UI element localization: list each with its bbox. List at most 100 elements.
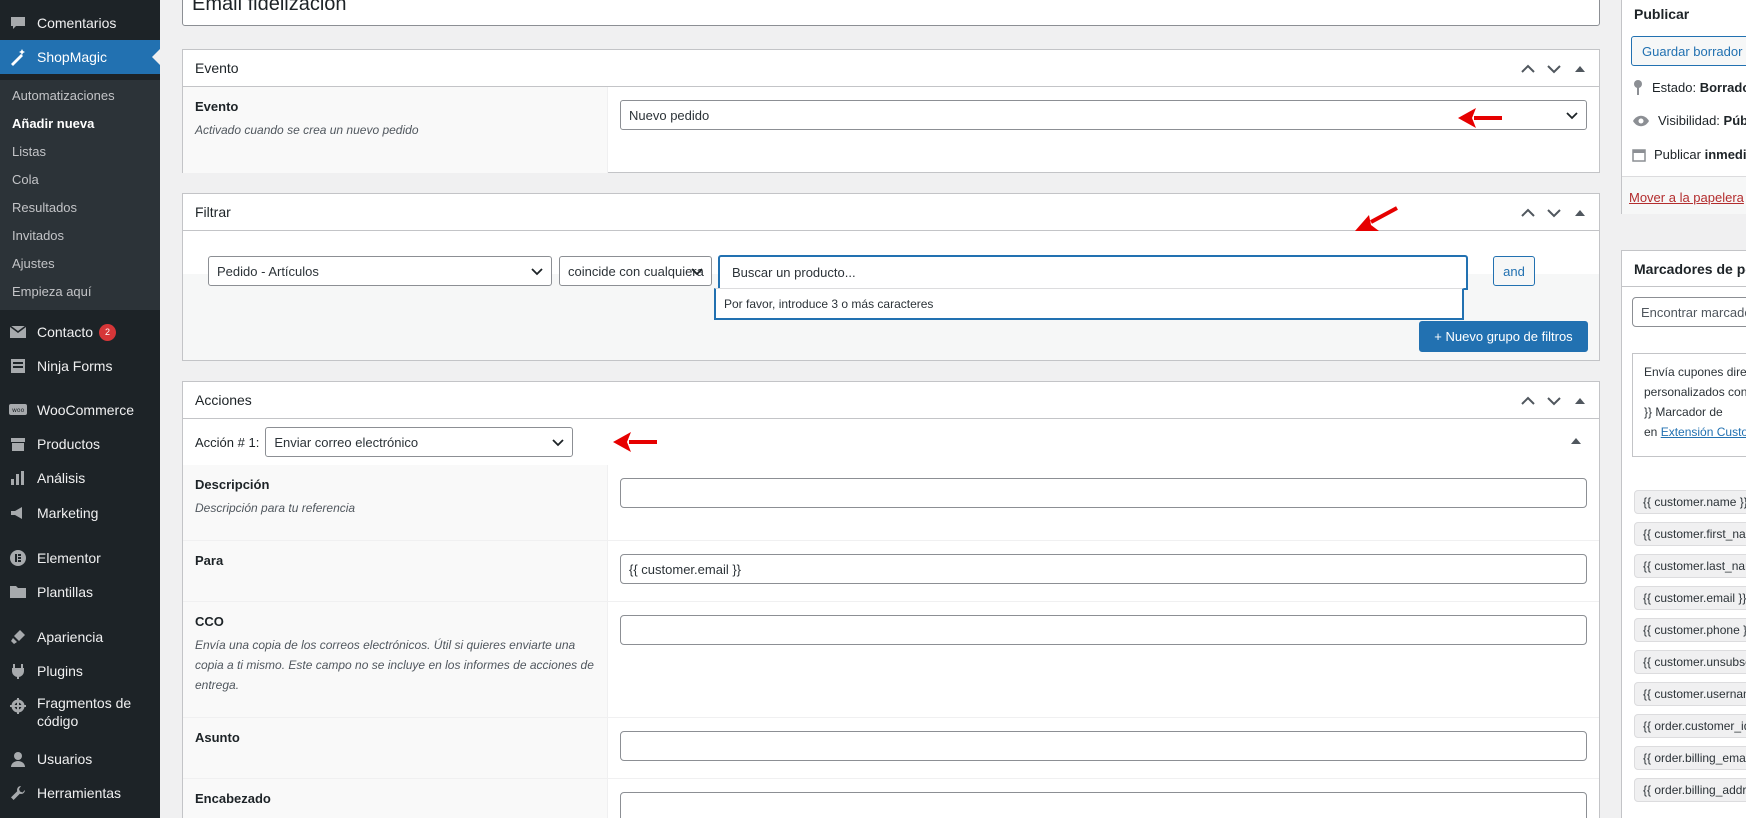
chart-bar-icon — [8, 468, 28, 488]
filter-condition-select[interactable]: coincide con cualquiera — [559, 256, 712, 286]
postbox-controls — [1517, 202, 1591, 224]
wrench-icon — [8, 783, 28, 803]
submenu-listas[interactable]: Listas — [12, 144, 46, 159]
placeholder-tag[interactable]: {{ order.billing_email }} — [1634, 746, 1746, 770]
move-up-icon[interactable] — [1517, 58, 1539, 80]
menu-label: Apariencia — [37, 629, 104, 645]
menu-apariencia[interactable]: Apariencia — [0, 620, 160, 654]
placeholder-tag[interactable]: {{ customer.first_name }} — [1634, 522, 1746, 546]
evento-field-cell: Nuevo pedido — [608, 87, 1599, 173]
menu-marketing[interactable]: Marketing — [0, 496, 160, 530]
menu-productos[interactable]: Productos — [0, 427, 160, 461]
evento-header: Evento — [183, 50, 1599, 87]
field-input-cell — [608, 465, 1599, 540]
field-input-cell — [608, 718, 1599, 778]
submenu-cola[interactable]: Cola — [12, 172, 39, 187]
submenu-ajustes[interactable]: Ajustes — [12, 256, 55, 271]
menu-analisis[interactable]: Análisis — [0, 461, 160, 495]
product-search-input[interactable]: Buscar un producto... — [718, 255, 1468, 290]
save-draft-button[interactable]: Guardar borrador — [1631, 36, 1746, 66]
para-input[interactable]: {{ customer.email }} — [620, 554, 1587, 584]
new-filter-group-button[interactable]: + Nuevo grupo de filtros — [1419, 321, 1588, 352]
submenu-empieza-aqui[interactable]: Empieza aquí — [12, 284, 92, 299]
post-title-input[interactable]: Email fidelizacion — [182, 0, 1600, 26]
extension-link[interactable]: Extensión Customer — [1661, 425, 1746, 439]
menu-comentarios[interactable]: Comentarios — [0, 6, 160, 40]
notification-badge: 2 — [99, 323, 117, 341]
magic-wand-icon — [8, 47, 28, 67]
chevron-down-icon — [691, 268, 703, 276]
placeholder-tag[interactable]: {{ customer.unsubscribe_url }} — [1634, 650, 1746, 674]
evento-select[interactable]: Nuevo pedido — [620, 100, 1587, 130]
submenu-automatizaciones[interactable]: Automatizaciones — [12, 88, 115, 103]
menu-woocommerce[interactable]: woo WooCommerce — [0, 393, 160, 427]
action-type-select[interactable]: Enviar correo electrónico — [265, 427, 574, 457]
move-down-icon[interactable] — [1543, 58, 1565, 80]
menu-fragmentos-codigo[interactable]: Fragmentos de código — [0, 694, 160, 738]
menu-label: Marketing — [37, 505, 99, 521]
field-input-cell — [608, 779, 1599, 818]
publicar-row: Publicar inmediatamente — [1632, 147, 1746, 162]
menu-elementor[interactable]: Elementor — [0, 541, 160, 575]
move-up-icon[interactable] — [1517, 390, 1539, 412]
user-icon — [8, 749, 28, 769]
menu-plantillas[interactable]: Plantillas — [0, 575, 160, 609]
menu-label: Plugins — [37, 663, 83, 679]
brush-icon — [8, 627, 28, 647]
estado-row: Estado: Borrador — [1632, 79, 1746, 95]
publicar-heading: Publicar — [1634, 6, 1690, 22]
move-down-icon[interactable] — [1543, 202, 1565, 224]
placeholder-tag[interactable]: {{ order.customer_id }} — [1634, 714, 1746, 738]
menu-plugins[interactable]: Plugins — [0, 654, 160, 688]
red-arrow-icon — [613, 432, 657, 452]
visibilidad-row: Visibilidad: Pública — [1632, 113, 1746, 128]
descripcion-input[interactable] — [620, 478, 1587, 508]
collapse-icon[interactable] — [1569, 202, 1591, 224]
and-button[interactable]: and — [1493, 256, 1535, 286]
filtrar-heading: Filtrar — [195, 204, 231, 220]
menu-usuarios[interactable]: Usuarios — [0, 742, 160, 776]
submenu-invitados[interactable]: Invitados — [12, 228, 64, 243]
cco-input[interactable] — [620, 615, 1587, 645]
move-down-icon[interactable] — [1543, 390, 1565, 412]
placeholder-tag[interactable]: {{ customer.username }} — [1634, 682, 1746, 706]
placeholder-tag[interactable]: {{ customer.phone }} — [1634, 618, 1746, 642]
comment-icon — [8, 13, 28, 33]
visibilidad-label: Visibilidad: — [1658, 113, 1720, 128]
field-label-cell: Encabezado — [183, 779, 608, 818]
placeholder-tag[interactable]: {{ customer.name }} — [1634, 490, 1746, 514]
field-para-row: Para {{ customer.email }} — [183, 541, 1599, 602]
placeholder-tag[interactable]: {{ order.billing_address }} — [1634, 778, 1746, 802]
marcadores-postbox: Marcadores de posición Encontrar marcado… — [1621, 250, 1746, 818]
placeholder-tag[interactable]: {{ customer.last_name }} — [1634, 554, 1746, 578]
marcadores-search-input[interactable]: Encontrar marcador — [1632, 297, 1746, 327]
menu-herramientas[interactable]: Herramientas — [0, 776, 160, 810]
marcadores-heading: Marcadores de posición — [1622, 251, 1746, 287]
forms-icon — [8, 356, 28, 376]
menu-ninja-forms[interactable]: Ninja Forms — [0, 349, 160, 383]
move-up-icon[interactable] — [1517, 202, 1539, 224]
info-line: personalizados con — [1644, 385, 1746, 399]
submenu-resultados[interactable]: Resultados — [12, 200, 77, 215]
collapse-icon[interactable] — [1569, 390, 1591, 412]
calendar-icon — [1632, 148, 1646, 162]
chevron-down-icon — [1566, 112, 1578, 120]
field-asunto-row: Asunto — [183, 718, 1599, 779]
menu-label: Análisis — [37, 470, 86, 486]
menu-label: Productos — [37, 436, 101, 452]
submenu-anadir-nueva[interactable]: Añadir nueva — [12, 116, 94, 131]
collapse-action-icon[interactable] — [1571, 437, 1581, 445]
menu-contacto[interactable]: Contacto 2 — [0, 315, 160, 349]
trash-link[interactable]: Mover a la papelera — [1629, 190, 1744, 205]
descripcion-description: Descripción para tu referencia — [195, 501, 356, 515]
field-label-cell: Asunto — [183, 718, 608, 778]
filter-field-select[interactable]: Pedido - Artículos — [208, 256, 552, 286]
acciones-postbox: Acciones Acción # 1: Enviar correo elect… — [182, 381, 1600, 818]
menu-shopmagic[interactable]: ShopMagic — [0, 40, 160, 74]
collapse-icon[interactable] — [1569, 58, 1591, 80]
placeholder-tag[interactable]: {{ customer.email }} — [1634, 586, 1746, 610]
shopmagic-submenu: Automatizaciones Añadir nueva Listas Col… — [0, 80, 160, 310]
menu-label: Herramientas — [37, 785, 122, 801]
encabezado-input[interactable] — [620, 792, 1587, 818]
asunto-input[interactable] — [620, 731, 1587, 761]
